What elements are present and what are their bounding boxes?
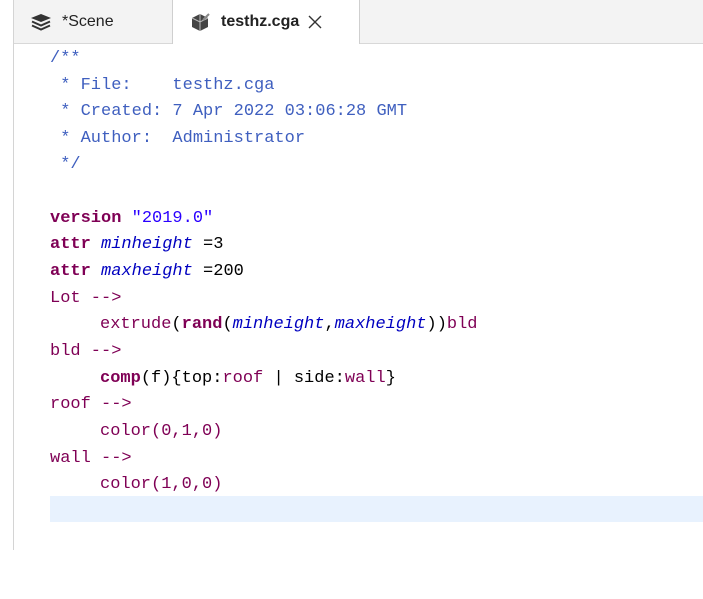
layers-icon xyxy=(30,13,52,31)
comment-line: * File: testhz.cga xyxy=(50,76,275,95)
code-content: /** * File: testhz.cga * Created: 7 Apr … xyxy=(50,48,478,599)
code-line-wall-color: color(1,0,0) xyxy=(100,475,223,494)
keyword: attr xyxy=(50,262,91,281)
string-literal: "2019.0" xyxy=(131,209,214,228)
code-line-extrude: extrude(rand(minheight,maxheight))bld xyxy=(100,315,478,334)
function-name: extrude xyxy=(100,315,172,334)
rule-lot: Lot --> xyxy=(50,289,122,308)
left-gutter xyxy=(0,0,14,550)
attribute-name: minheight xyxy=(101,235,193,254)
keyword: attr xyxy=(50,235,91,254)
comment-line: * Author: Administrator xyxy=(50,129,306,148)
code-line-version: version "2019.0" xyxy=(50,208,213,230)
successor-rule: bld xyxy=(446,315,478,334)
keyword: version xyxy=(50,209,122,228)
editor-tab-bar: *Scene testhz.cga xyxy=(14,0,703,44)
function-name: rand xyxy=(181,315,223,334)
current-line-highlight xyxy=(50,496,703,522)
rule-wall: wall --> xyxy=(50,449,132,468)
attribute-ref: minheight xyxy=(232,315,325,334)
code-line-comp: comp(f){top:roof | side:wall} xyxy=(100,369,396,388)
tab-testhz-cga[interactable]: testhz.cga xyxy=(172,0,360,44)
code-line-attr-maxheight: attr maxheight =200 xyxy=(50,261,244,283)
code-line-attr-minheight: attr minheight =3 xyxy=(50,234,223,256)
attribute-value: =200 xyxy=(192,262,244,281)
cga-rule-icon xyxy=(189,12,211,32)
comment-line: */ xyxy=(50,155,81,174)
code-line-roof-color: color(0,1,0) xyxy=(100,422,223,441)
attribute-ref: maxheight xyxy=(334,315,427,334)
tab-scene-label: *Scene xyxy=(62,12,114,30)
function-name: comp xyxy=(100,369,141,388)
attribute-name: maxheight xyxy=(101,262,193,281)
comment-line: * Created: 7 Apr 2022 03:06:28 GMT xyxy=(50,102,408,121)
tab-testhz-cga-label: testhz.cga xyxy=(221,13,300,30)
tab-scene[interactable]: *Scene xyxy=(14,0,170,43)
rule-bld: bld --> xyxy=(50,342,122,361)
code-editor[interactable]: /** * File: testhz.cga * Created: 7 Apr … xyxy=(14,44,703,550)
rule-roof: roof --> xyxy=(50,395,132,414)
attribute-value: =3 xyxy=(192,235,224,254)
comment-line: /** xyxy=(50,49,81,68)
close-icon[interactable] xyxy=(307,14,323,30)
